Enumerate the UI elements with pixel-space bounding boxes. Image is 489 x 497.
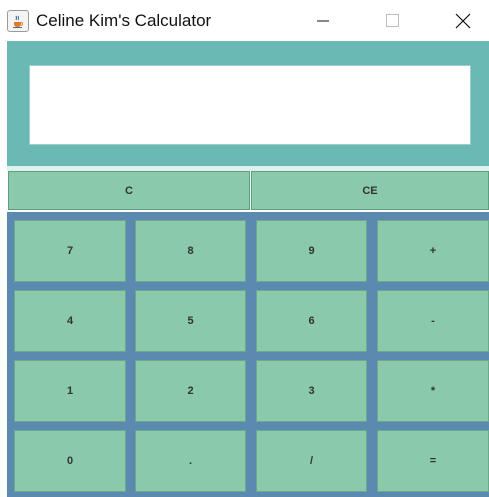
key-2[interactable]: 2 — [135, 360, 246, 422]
key-plus[interactable]: + — [377, 220, 489, 282]
key-9[interactable]: 9 — [256, 220, 367, 282]
close-button[interactable] — [440, 0, 486, 40]
key-multiply[interactable]: * — [377, 360, 489, 422]
key-4[interactable]: 4 — [14, 290, 126, 352]
maximize-button[interactable] — [369, 0, 415, 40]
maximize-icon — [386, 14, 399, 27]
key-5[interactable]: 5 — [135, 290, 246, 352]
title-bar: Celine Kim's Calculator — [0, 0, 489, 40]
display-panel — [7, 41, 489, 166]
key-decimal[interactable]: . — [135, 430, 246, 492]
keypad: 7 8 9 + 4 5 6 - 1 2 3 * 0 . / = — [7, 212, 489, 497]
key-minus[interactable]: - — [377, 290, 489, 352]
java-coffee-cup-icon[interactable] — [7, 10, 29, 32]
key-3[interactable]: 3 — [256, 360, 367, 422]
clear-entry-button[interactable]: CE — [251, 171, 489, 210]
key-1[interactable]: 1 — [14, 360, 126, 422]
key-divide[interactable]: / — [256, 430, 367, 492]
clear-button[interactable]: C — [8, 171, 250, 210]
minimize-icon — [317, 20, 329, 22]
key-6[interactable]: 6 — [256, 290, 367, 352]
display-field[interactable] — [29, 65, 471, 145]
key-7[interactable]: 7 — [14, 220, 126, 282]
close-icon — [455, 13, 471, 29]
minimize-button[interactable] — [300, 0, 346, 40]
key-0[interactable]: 0 — [14, 430, 126, 492]
key-equals[interactable]: = — [377, 430, 489, 492]
key-8[interactable]: 8 — [135, 220, 246, 282]
window-title: Celine Kim's Calculator — [36, 11, 212, 30]
